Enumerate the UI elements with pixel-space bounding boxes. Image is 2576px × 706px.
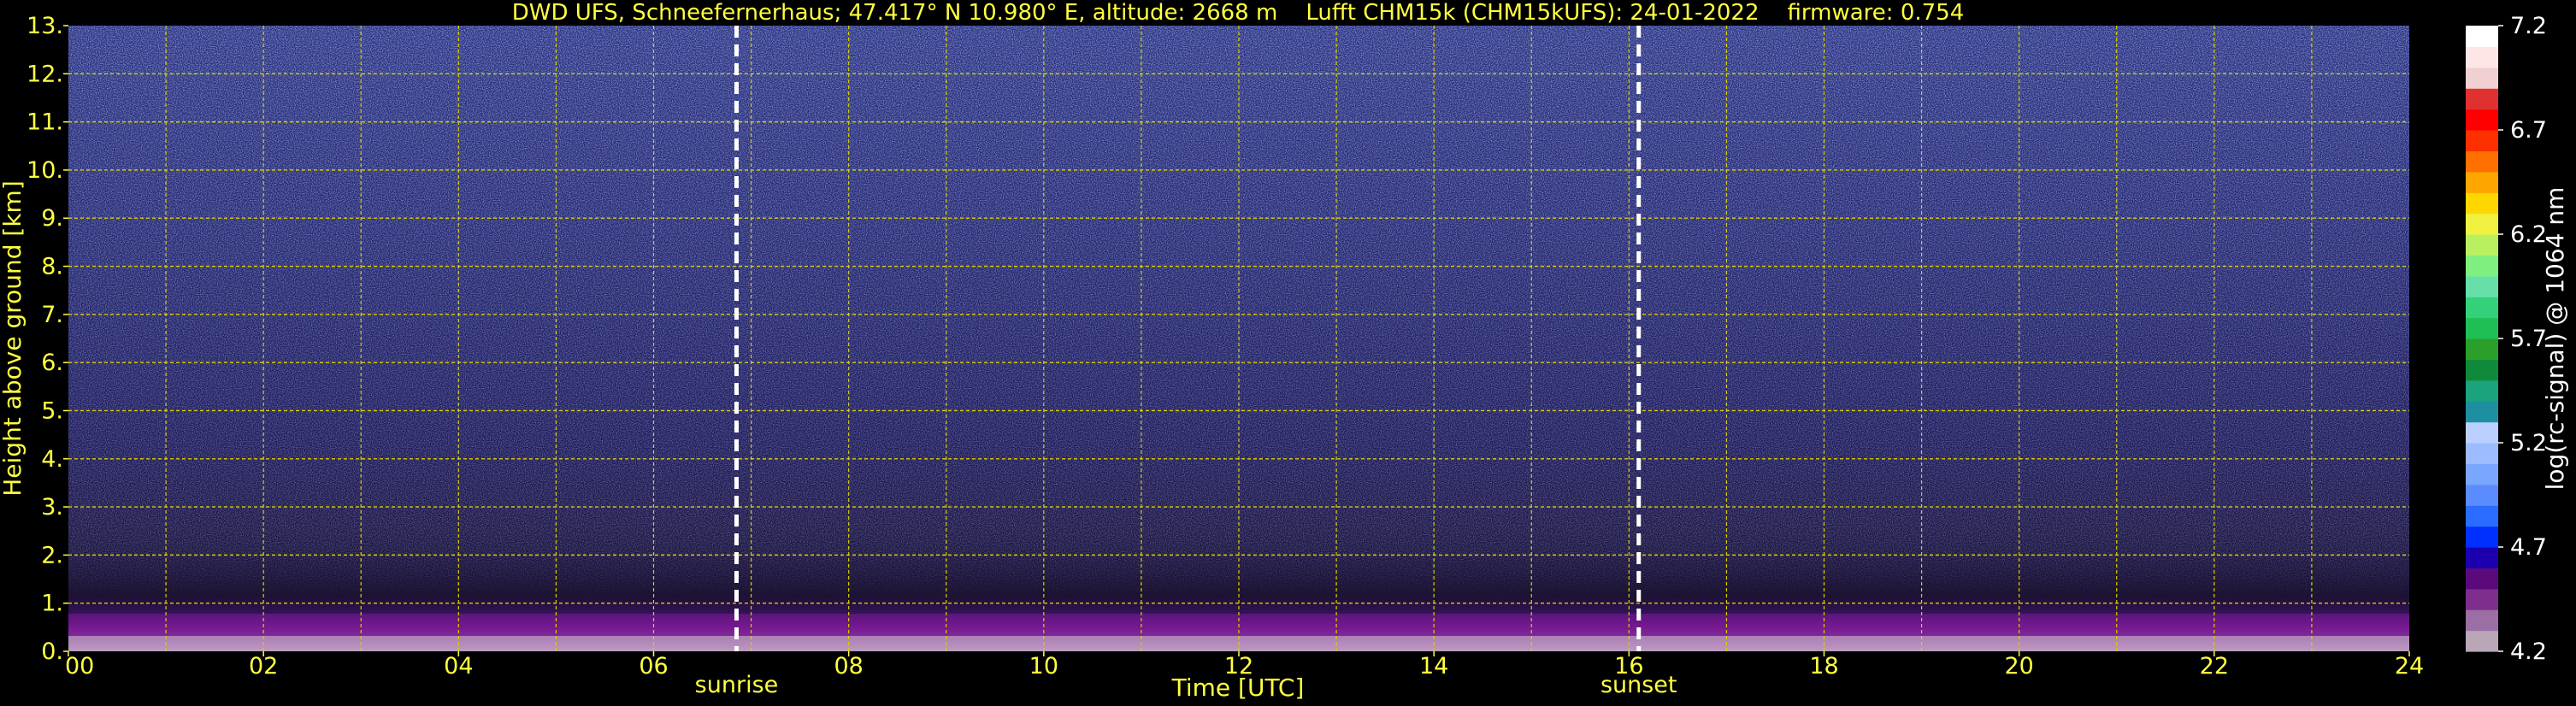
colorbar-segment: [2466, 630, 2498, 652]
x-tick-label: 10: [1029, 653, 1058, 680]
colorbar-tick-label: 7.2: [2510, 13, 2547, 39]
x-axis-label: Time [UTC]: [1171, 674, 1305, 702]
x-tick-label: 24: [2395, 653, 2424, 680]
colorbar-segment: [2466, 213, 2498, 235]
colorbar-segment: [2466, 505, 2498, 527]
y-axis-label: Height above ground [km]: [0, 180, 27, 497]
colorbar-segment: [2466, 609, 2498, 632]
x-tick-label: 16: [1614, 653, 1643, 680]
colorbar-segment: [2466, 359, 2498, 381]
x-tick-label: 02: [249, 653, 278, 680]
event-label-sunrise: sunrise: [695, 672, 779, 698]
colorbar-segment: [2466, 67, 2498, 89]
colorbar-tick-label: 6.7: [2510, 117, 2547, 144]
colorbar-segment: [2466, 401, 2498, 423]
colorbar-segment: [2466, 192, 2498, 215]
x-tick-label: 14: [1419, 653, 1448, 680]
colorbar: [2466, 26, 2498, 652]
colorbar-segment: [2466, 568, 2498, 590]
colorbar-segment: [2466, 421, 2498, 444]
colorbar-segment: [2466, 234, 2498, 256]
colorbar-segment: [2466, 484, 2498, 506]
ceilometer-chart: sunrise sunset DWD UFS, Schneefernerhaus;…: [0, 0, 2569, 702]
y-tick-label: 2.: [41, 542, 63, 568]
x-tick-label: 22: [2200, 653, 2229, 680]
y-tick-label: 0.: [41, 638, 63, 665]
colorbar-segment: [2466, 317, 2498, 339]
x-tick-label: 04: [444, 653, 473, 680]
colorbar-tick-label: 4.7: [2510, 534, 2547, 561]
y-tick-label: 11.: [27, 109, 63, 136]
x-tick-label: 20: [2004, 653, 2033, 680]
x-tick-label: 18: [1809, 653, 1838, 680]
x-tick-label: 08: [834, 653, 863, 680]
y-tick-label: 8.: [41, 254, 63, 280]
y-tick-label: 13.: [27, 13, 63, 39]
y-tick-label: 10.: [27, 157, 63, 184]
colorbar-segment: [2466, 26, 2498, 47]
y-tick-label: 6.: [41, 350, 63, 376]
colorbar-tick-label: 4.2: [2510, 638, 2547, 665]
colorbar-segment: [2466, 109, 2498, 131]
colorbar-segment: [2466, 297, 2498, 319]
colorbar-segment: [2466, 379, 2498, 402]
y-tick-label: 7.: [41, 302, 63, 328]
colorbar-segment: [2466, 547, 2498, 568]
colorbar-segment: [2466, 588, 2498, 610]
x-tick-label: 00: [65, 653, 94, 680]
colorbar-segment: [2466, 443, 2498, 464]
y-tick-label: 12.: [27, 61, 63, 87]
x-tick-label: 06: [639, 653, 668, 680]
colorbar-tick-labels: 4.24.75.25.76.26.77.2: [2498, 13, 2547, 665]
colorbar-segment: [2466, 150, 2498, 173]
chart-title: DWD UFS, Schneefernerhaus; 47.417° N 10.…: [512, 0, 1965, 26]
colorbar-segment: [2466, 526, 2498, 548]
colorbar-segment: [2466, 46, 2498, 68]
y-tick-label: 3.: [41, 494, 63, 521]
colorbar-segment: [2466, 88, 2498, 110]
colorbar-segment: [2466, 338, 2498, 360]
y-tick-label: 1.: [41, 591, 63, 617]
colorbar-label: log(rc-signal) @ 1064 nm: [2541, 187, 2569, 491]
colorbar-segment: [2466, 275, 2498, 297]
colorbar-segment: [2466, 463, 2498, 485]
colorbar-segment: [2466, 255, 2498, 277]
y-tick-label: 5.: [41, 397, 63, 424]
y-tick-label: 9.: [41, 205, 63, 232]
y-tick-labels: 0. 1. 2. 3. 4. 5. 6. 7. 8. 9. 10. 11. 12. 13.: [27, 13, 68, 665]
y-tick-label: 4.: [41, 446, 63, 473]
colorbar-segment: [2466, 171, 2498, 193]
colorbar-segment: [2466, 130, 2498, 151]
